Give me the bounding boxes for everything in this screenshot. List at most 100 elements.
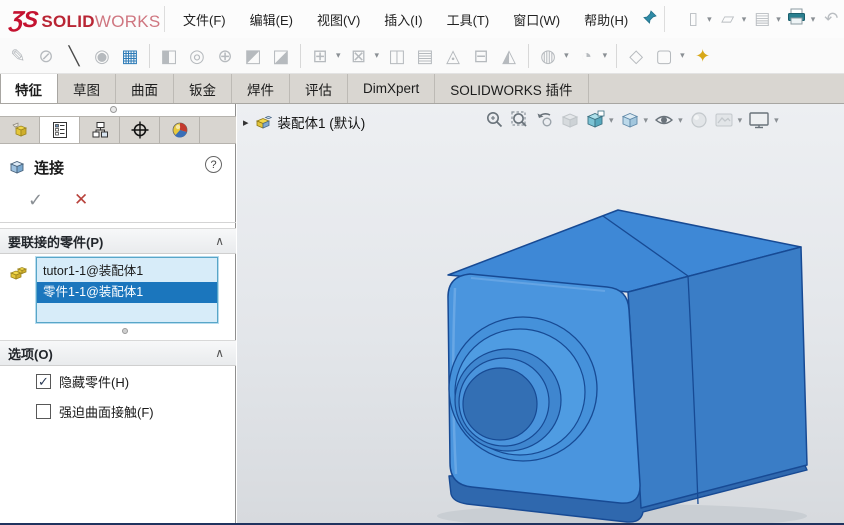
select-window-icon[interactable]: ▦ [118, 39, 142, 73]
hide-show-dropdown-icon[interactable]: ▾ [564, 50, 569, 61]
menu-edit[interactable]: 编辑(E) [250, 10, 293, 29]
help-icon[interactable]: ? [205, 156, 222, 173]
mate-icon[interactable]: ◎ [185, 39, 209, 73]
bill-of-materials-icon[interactable]: ▤ [413, 39, 437, 73]
assembly-features-dropdown-icon[interactable]: ▾ [336, 50, 341, 61]
tab-sheet-metal[interactable]: 钣金 [174, 74, 232, 103]
clearance-verification-icon[interactable]: ◭ [497, 39, 521, 73]
ok-button[interactable]: ✓ [28, 190, 43, 211]
panel-splitter-handle[interactable] [110, 106, 117, 113]
tab-evaluate[interactable]: 评估 [290, 74, 348, 103]
display-style-dropdown-icon[interactable]: ▾ [644, 115, 649, 126]
print-dropdown-icon[interactable]: ▾ [811, 14, 816, 25]
assembly-visualization-icon[interactable]: ◇ [624, 39, 648, 73]
new-dropdown-icon[interactable]: ▾ [707, 14, 712, 25]
section-view-icon[interactable] [559, 109, 581, 131]
no-external-references-icon[interactable]: ⊘ [34, 39, 58, 73]
open-dropdown-icon[interactable]: ▾ [742, 14, 747, 25]
linear-component-pattern-icon[interactable]: ⊠ [347, 39, 371, 73]
instant3d-icon[interactable]: ▢ [652, 39, 676, 73]
toolbox-icon[interactable]: ✦ [691, 39, 715, 73]
interference-detection-icon[interactable]: ⊟ [469, 39, 493, 73]
print-icon[interactable] [785, 8, 809, 30]
menu-help[interactable]: 帮助(H) [584, 10, 628, 29]
instant3d-dropdown-icon[interactable]: ▾ [680, 50, 685, 61]
open-icon[interactable]: ▱ [716, 9, 740, 29]
view-orientation-dropdown-icon[interactable]: ▾ [609, 115, 614, 126]
tab-solidworks-addins[interactable]: SOLIDWORKS 插件 [435, 74, 589, 103]
menu-insert[interactable]: 插入(I) [384, 10, 422, 29]
display-style-icon[interactable] [619, 109, 641, 131]
tab-dimxpert[interactable]: DimXpert [348, 74, 436, 103]
assembly-model[interactable] [237, 104, 844, 523]
view-settings-dropdown-icon[interactable]: ▾ [774, 115, 779, 126]
exploded-view-icon[interactable]: ◬ [441, 39, 465, 73]
tab-weldments[interactable]: 焊件 [232, 74, 290, 103]
divider [0, 222, 236, 223]
hide-parts-checkbox[interactable]: ✓ [36, 374, 51, 389]
options-section-header[interactable]: 选项(O) ∧ [0, 340, 236, 366]
tab-configurationmanager[interactable] [80, 117, 120, 143]
hide-show-components-icon[interactable]: ◍ [536, 39, 560, 73]
collapse-chevron-icon[interactable]: ∧ [215, 346, 224, 360]
parts-to-join-listbox[interactable]: tutor1-1@装配体1 零件1-1@装配体1 [36, 257, 218, 323]
menu-file[interactable]: 文件(F) [183, 10, 226, 29]
edit-appearance-icon[interactable] [688, 109, 710, 131]
separator [664, 6, 666, 32]
line-sketch-icon[interactable]: ╲ [62, 39, 86, 73]
menu-tools[interactable]: 工具(T) [447, 10, 490, 29]
undo-icon[interactable]: ↶ [819, 9, 843, 29]
heads-up-view-toolbar: ▾ ▾ ▾ ▾ ▾ [484, 109, 781, 131]
featuremanager-tree-icon [11, 122, 27, 137]
previous-view-icon[interactable] [534, 109, 556, 131]
collapse-chevron-icon[interactable]: ∧ [215, 234, 224, 248]
tab-displaymanager[interactable] [160, 117, 200, 143]
new-document-icon[interactable]: ▯ [681, 9, 705, 29]
tab-surfaces[interactable]: 曲面 [116, 74, 174, 103]
menu-view[interactable]: 视图(V) [317, 10, 360, 29]
hide-show-dropdown-icon[interactable]: ▾ [678, 115, 683, 126]
mirror-components-icon[interactable]: ◫ [385, 39, 409, 73]
view-orientation-icon[interactable] [584, 109, 606, 131]
apply-scene-icon[interactable] [713, 109, 735, 131]
change-transparency-icon[interactable]: ◔ [575, 39, 599, 73]
tab-featuremanager-tree[interactable] [0, 117, 40, 143]
separator [149, 43, 150, 68]
ds-logo-icon: ƷS [8, 5, 39, 32]
hide-parts-label: 隐藏零件(H) [59, 375, 130, 390]
flyout-tree-item[interactable]: ▸ 装配体1 (默认) [243, 112, 365, 132]
assembly-features-icon[interactable]: ⊞ [308, 39, 332, 73]
expand-arrow-icon[interactable]: ▸ [243, 116, 249, 129]
smart-fasteners-icon[interactable]: ⊕ [213, 39, 237, 73]
pattern-dropdown-icon[interactable]: ▾ [375, 50, 380, 61]
transparency-dropdown-icon[interactable]: ▾ [603, 50, 608, 61]
listbox-resize-handle[interactable] [122, 328, 128, 334]
move-component-icon[interactable]: ◩ [241, 39, 265, 73]
tab-dimxpertmanager[interactable] [120, 117, 160, 143]
assembly-tree-label[interactable]: 装配体1 (默认) [278, 112, 366, 132]
graphics-viewport[interactable]: ▸ 装配体1 (默认) ▾ ▾ ▾ ▾ ▾ [237, 104, 844, 523]
tab-propertymanager[interactable] [40, 117, 80, 143]
assembly-icon [255, 115, 272, 129]
options-section-title: 选项(O) [8, 346, 53, 362]
hide-show-items-icon[interactable] [653, 109, 675, 131]
tab-features[interactable]: 特征 [0, 74, 58, 103]
pin-menu-icon[interactable] [642, 9, 658, 30]
force-surface-contact-checkbox[interactable] [36, 404, 51, 419]
cancel-button[interactable]: ✕ [74, 190, 88, 210]
edit-component-icon[interactable]: ✎ [6, 39, 30, 73]
parts-section-header[interactable]: 要联接的零件(P) ∧ [0, 228, 236, 254]
save-icon[interactable]: ▤ [750, 9, 774, 29]
list-item[interactable]: tutor1-1@装配体1 [37, 261, 217, 282]
zoom-to-area-icon[interactable] [509, 109, 531, 131]
zoom-to-fit-icon[interactable] [484, 109, 506, 131]
apply-scene-dropdown-icon[interactable]: ▾ [738, 115, 743, 126]
menu-window[interactable]: 窗口(W) [513, 10, 560, 29]
view-settings-icon[interactable] [747, 109, 771, 131]
save-dropdown-icon[interactable]: ▾ [776, 14, 781, 25]
tab-sketch[interactable]: 草图 [58, 74, 116, 103]
show-hidden-components-icon[interactable]: ◉ [90, 39, 114, 73]
list-item-selected[interactable]: 零件1-1@装配体1 [37, 282, 217, 303]
insert-components-icon[interactable]: ◧ [157, 39, 181, 73]
rotate-component-icon[interactable]: ◪ [269, 39, 293, 73]
